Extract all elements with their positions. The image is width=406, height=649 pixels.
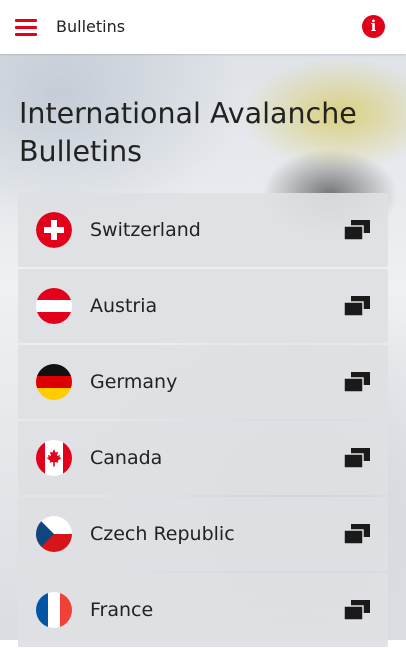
open-in-new-window-icon xyxy=(344,524,370,544)
country-name: Czech Republic xyxy=(90,523,235,545)
country-name: Switzerland xyxy=(90,219,201,241)
country-name: Germany xyxy=(90,371,178,393)
info-icon[interactable]: i xyxy=(362,15,385,38)
country-item-france[interactable]: France xyxy=(18,573,388,647)
country-item-canada[interactable]: Canada xyxy=(18,421,388,495)
page-title: International Avalanche Bulletins xyxy=(19,97,357,168)
country-item-czech-republic[interactable]: Czech Republic xyxy=(18,497,388,571)
hamburger-menu-icon[interactable] xyxy=(12,13,40,41)
open-in-new-window-icon xyxy=(344,372,370,392)
country-item-austria[interactable]: Austria xyxy=(18,269,388,343)
country-name: Austria xyxy=(90,295,158,317)
country-item-switzerland[interactable]: Switzerland xyxy=(18,193,388,267)
country-list: Switzerland Austria Germany Canada Czech… xyxy=(18,193,388,649)
app-bar-title: Bulletins xyxy=(56,17,126,36)
france-flag-icon xyxy=(36,592,72,628)
germany-flag-icon xyxy=(36,364,72,400)
austria-flag-icon xyxy=(36,288,72,324)
app-bar: Bulletins i xyxy=(0,0,406,54)
country-name: France xyxy=(90,599,154,621)
czech-flag-icon xyxy=(36,516,72,552)
country-name: Canada xyxy=(90,447,163,469)
canada-flag-icon xyxy=(36,440,72,476)
open-in-new-window-icon xyxy=(344,600,370,620)
switzerland-flag-icon xyxy=(36,212,72,248)
open-in-new-window-icon xyxy=(344,448,370,468)
open-in-new-window-icon xyxy=(344,296,370,316)
open-in-new-window-icon xyxy=(344,220,370,240)
country-item-germany[interactable]: Germany xyxy=(18,345,388,419)
